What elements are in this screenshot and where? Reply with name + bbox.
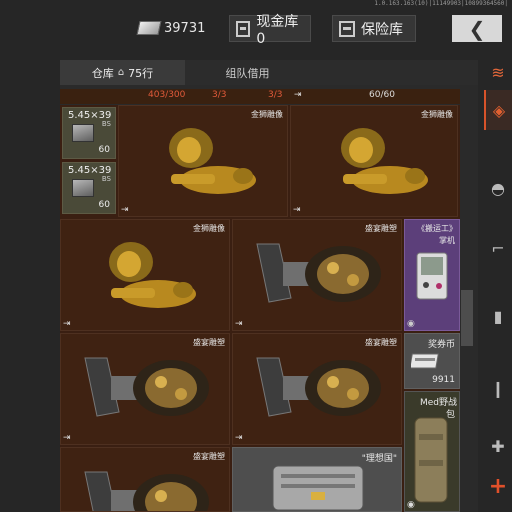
item-feast-sculpture[interactable]: 盛宴雕塑 ⇥ (60, 333, 230, 445)
item-handheld[interactable]: 《搬运工》 掌机 ◉ (404, 219, 460, 331)
item-lion-statue[interactable]: 金狮雕像 ⇥ (60, 219, 230, 331)
tab-team-borrow[interactable]: 组队借用 (185, 60, 310, 85)
drop-icon: ⇥ (63, 433, 71, 443)
row-count: 75行 (128, 66, 154, 80)
count-a: 403/300 (148, 90, 186, 100)
ammo-count: 60 (98, 145, 110, 155)
medkit-icon[interactable]: ✚ (484, 426, 512, 466)
item-coupon[interactable]: 奖券币 9911 (404, 333, 460, 389)
count-c: 3/3 (268, 90, 283, 100)
cash-amount: 39731 (164, 20, 206, 36)
vault-icon (236, 20, 251, 37)
home-icon: ⌂ (117, 67, 125, 78)
insurance-button[interactable]: 保险库 (332, 15, 416, 42)
magazine-icon[interactable]: ▮ (484, 296, 512, 336)
ammo-box-icon (72, 124, 94, 142)
drop-icon: ⇥ (293, 205, 301, 215)
ammo-box-icon (72, 179, 94, 197)
item-ideal-case[interactable]: "理想国" (232, 447, 402, 512)
handheld-console-icon (416, 252, 448, 300)
item-name: 盛宴雕塑 (365, 338, 397, 347)
lion-statue-icon (109, 242, 196, 308)
ammo-count: 60 (98, 200, 110, 210)
safe-icon (339, 20, 355, 37)
tab-warehouse-label: 仓库 (91, 66, 114, 80)
back-button[interactable]: ❮ (452, 15, 502, 42)
sculpture-icon (84, 471, 209, 511)
sculpture-icon (256, 243, 381, 303)
scrollbar[interactable] (461, 290, 473, 346)
tab-bar: 仓库 ⌂ 75行 组队借用 (60, 60, 478, 85)
item-feast-sculpture[interactable]: 盛宴雕塑 ⇥ (232, 333, 402, 445)
coupon-icon (411, 353, 439, 369)
sculpture-icon (84, 357, 209, 417)
lock-icon: ◉ (407, 319, 415, 329)
rifle-icon[interactable]: ⌐ (484, 228, 512, 268)
lion-statue-icon (169, 128, 256, 194)
item-name: 《搬运工》 (417, 224, 457, 233)
lock-icon: ◉ (407, 500, 415, 510)
item-name: 盛宴雕塑 (193, 452, 225, 461)
category-sidebar: ≋ ◈ ◓ ⌐ ▮ ❙ ✚ + (484, 50, 512, 512)
plus-icon[interactable]: + (484, 466, 512, 506)
item-name: 奖券币 (427, 340, 455, 350)
cash-storage-button[interactable]: 现金库 0 (229, 14, 311, 47)
item-lion-statue[interactable]: 金狮雕像 ⇥ (118, 105, 288, 217)
helmet-icon[interactable]: ◓ (484, 168, 512, 208)
ammo-item[interactable]: 5.45×39 BS 60 (62, 162, 116, 214)
case-icon (272, 465, 364, 511)
item-subname: 掌机 (439, 236, 455, 245)
cash-display: 39731 (136, 15, 212, 41)
drop-icon: ⇥ (63, 319, 71, 329)
count-b: 3/3 (212, 90, 227, 100)
inventory-panel: 仓库 ⌂ 75行 组队借用 403/300 3/3 3/3 ⇥ 60/60 5.… (60, 60, 478, 512)
bullet-icon[interactable]: ❙ (484, 368, 512, 408)
item-name: 盛宴雕塑 (365, 224, 397, 233)
item-med-bag[interactable]: Med野战 包 ◉ (404, 391, 460, 512)
item-grid: 5.45×39 BS 60 5.45×39 BS 60 金狮雕像 ⇥ 金狮雕像 … (60, 105, 460, 512)
cash-storage-label: 现金库 0 (256, 13, 299, 47)
coupon-count: 9911 (432, 375, 455, 385)
ammo-type: BS (101, 120, 111, 128)
chevron-left-icon: ❮ (468, 16, 486, 41)
item-feast-sculpture[interactable]: 盛宴雕塑 ⇥ (232, 219, 402, 331)
item-name: 盛宴雕塑 (193, 338, 225, 347)
drop-icon: ⇥ (235, 319, 243, 329)
sculpture-icon (256, 357, 381, 417)
cash-icon (136, 21, 162, 35)
item-feast-sculpture[interactable]: 盛宴雕塑 (60, 447, 230, 512)
item-count-strip: 403/300 3/3 3/3 ⇥ 60/60 (60, 89, 460, 104)
ammo-item[interactable]: 5.45×39 BS 60 (62, 107, 116, 159)
ammo-type: BS (101, 175, 111, 183)
insurance-label: 保险库 (361, 21, 403, 38)
layers-icon[interactable]: ◈ (484, 90, 512, 130)
stack-icon[interactable]: ≋ (484, 52, 512, 92)
med-bag-icon (414, 417, 448, 503)
item-lion-statue[interactable]: 金狮雕像 ⇥ (290, 105, 458, 217)
count-d: 60/60 (369, 90, 395, 100)
drop-icon: ⇥ (121, 205, 129, 215)
tab-team-borrow-label: 组队借用 (225, 66, 270, 80)
lion-statue-icon (341, 128, 428, 194)
drop-icon: ⇥ (235, 433, 243, 443)
version-text: 1.0.163.163(10)|11149903|10899364560| (374, 0, 508, 7)
drop-icon: ⇥ (294, 90, 302, 100)
tab-warehouse[interactable]: 仓库 ⌂ 75行 (60, 60, 185, 85)
